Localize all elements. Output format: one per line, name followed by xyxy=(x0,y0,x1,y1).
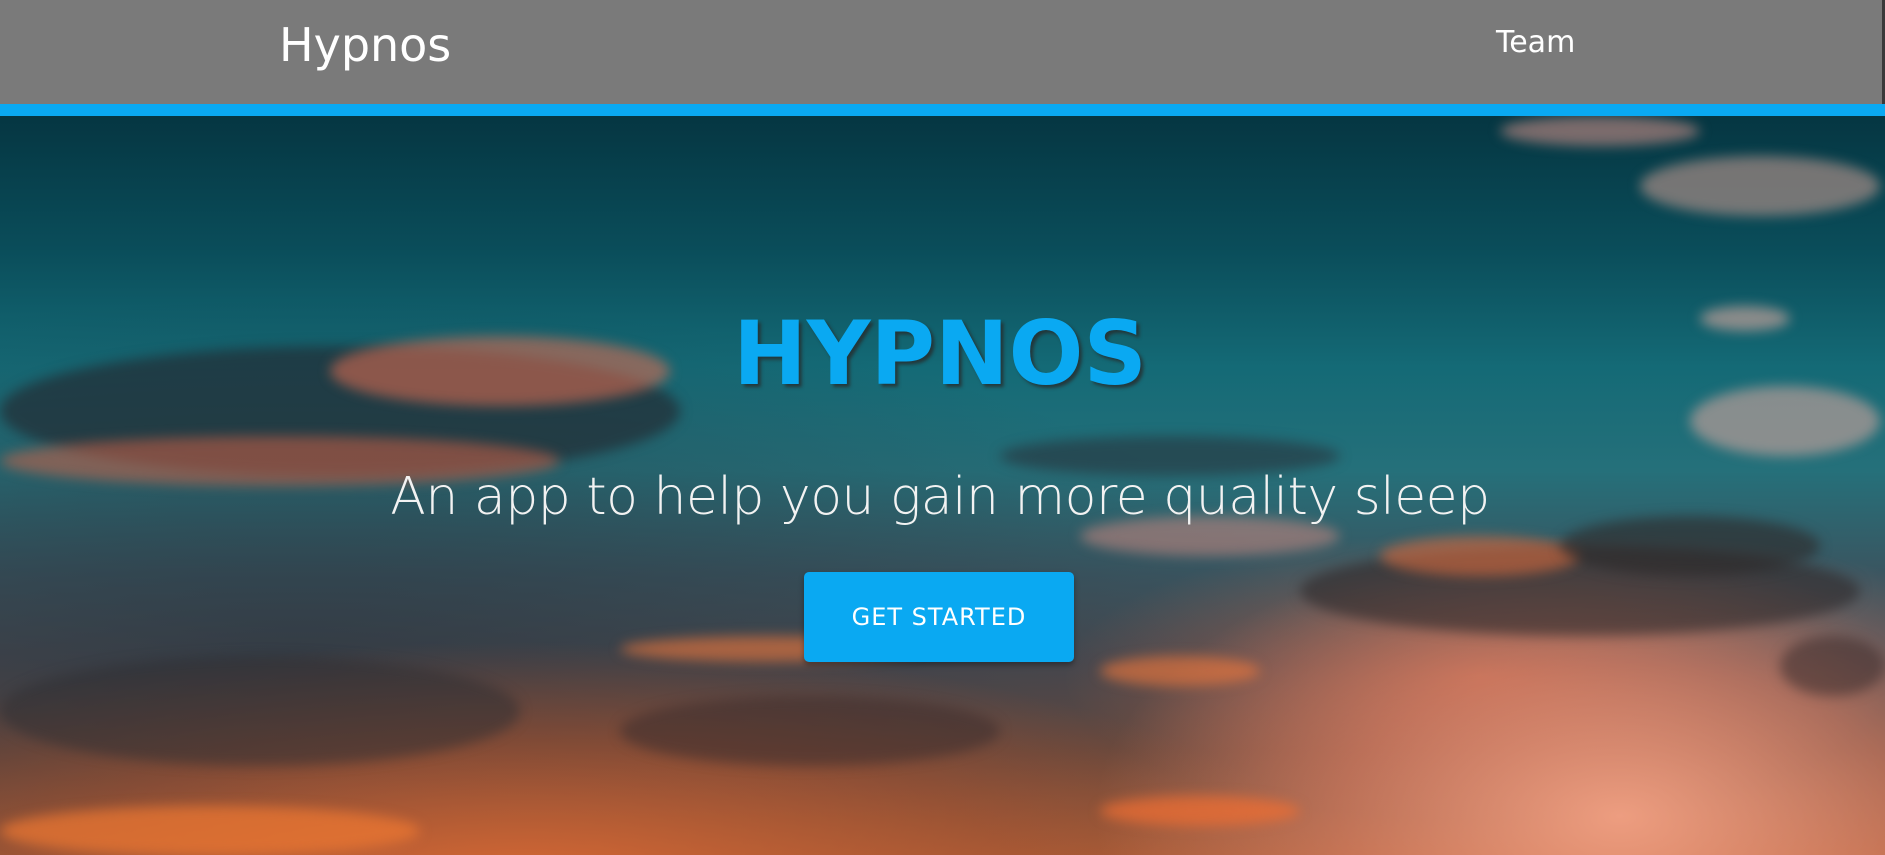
brand-logo-link[interactable]: Hypnos xyxy=(279,16,451,74)
hero-title: HYPNOS xyxy=(733,302,1147,405)
landing-page: Hypnos Team HYPNOS An app to help you ga… xyxy=(0,0,1885,855)
navbar-accent-bar xyxy=(0,104,1885,116)
hero-section: HYPNOS An app to help you gain more qual… xyxy=(0,116,1885,855)
nav-link-team[interactable]: Team xyxy=(1496,24,1575,62)
navbar: Hypnos Team xyxy=(0,0,1882,104)
get-started-button[interactable]: GET STARTED xyxy=(804,572,1074,662)
hero-subtitle: An app to help you gain more quality sle… xyxy=(390,467,1490,527)
